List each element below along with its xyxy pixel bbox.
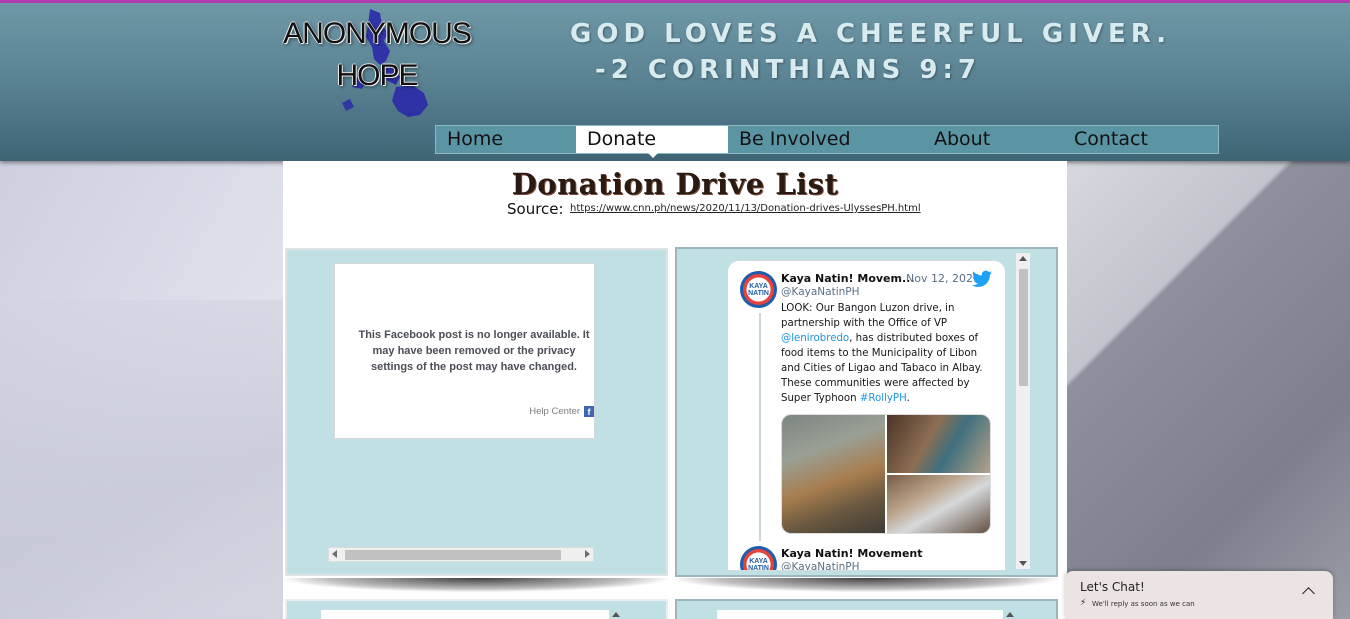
vertical-scrollbar[interactable] (1016, 253, 1030, 569)
main-nav: Home Donate Be Involved About Contact (435, 125, 1219, 154)
avatar-text-2: NATIN (748, 565, 769, 571)
facebook-icon[interactable]: f (584, 406, 594, 417)
tweet-date[interactable]: · Nov 12, 2020 (899, 272, 980, 285)
scroll-down-icon[interactable] (1019, 561, 1027, 566)
nav-item-contact[interactable]: Contact (1063, 126, 1218, 153)
source-link[interactable]: https://www.cnn.ph/news/2020/11/13/Donat… (570, 203, 921, 214)
panel-shadow (285, 578, 668, 592)
nav-item-be-involved[interactable]: Be Involved (728, 126, 923, 153)
nav-item-home[interactable]: Home (436, 126, 576, 153)
nav-item-about[interactable]: About (923, 126, 1063, 153)
lightning-icon: ⚡ (1080, 598, 1087, 608)
avatar[interactable]: KAYA NATIN (740, 271, 777, 308)
chat-subtitle: We'll reply as soon as we can (1092, 600, 1195, 608)
facebook-embed-panel: This Facebook post is no longer availabl… (285, 248, 668, 576)
tweet-photo[interactable] (887, 415, 990, 473)
verse-line-2: -2 CORINTHIANS 9:7 (595, 55, 981, 85)
tweet-text-part-1: LOOK: Our Bangon Luzon drive, in partner… (781, 303, 955, 329)
avatar[interactable]: KAYA NATIN (740, 546, 777, 571)
embed-frame (717, 610, 1003, 619)
tweet-photo[interactable] (887, 475, 990, 533)
tweet-mention-link[interactable]: @lenirobredo (781, 333, 849, 344)
facebook-embed: This Facebook post is no longer availabl… (334, 263, 595, 439)
scrollbar-thumb[interactable] (1019, 269, 1028, 386)
panel-shadow (675, 578, 1058, 592)
avatar-text-2: NATIN (748, 290, 769, 297)
embed-panel (285, 599, 668, 619)
chat-widget[interactable]: Let's Chat! ⚡ We'll reply as soon as we … (1065, 571, 1333, 619)
tweet-handle[interactable]: @KayaNatinPH (781, 286, 860, 298)
scroll-left-icon[interactable] (332, 550, 337, 558)
reply-author[interactable]: Kaya Natin! Movement (781, 547, 923, 560)
site-header: ANONYMOUS HOPE GOD LOVES A CHEERFUL GIVE… (0, 0, 1350, 161)
embed-panel (675, 599, 1058, 619)
horizontal-scrollbar[interactable] (328, 547, 594, 562)
page-title: Donation Drive List (511, 167, 839, 201)
scrollbar-thumb[interactable] (345, 550, 561, 560)
source-label: Source: (507, 200, 564, 218)
tweet-photo[interactable] (782, 415, 885, 533)
tweet-text: LOOK: Our Bangon Luzon drive, in partner… (781, 301, 987, 406)
facebook-unavailable-message: This Facebook post is no longer availabl… (358, 329, 590, 373)
thread-line (759, 313, 761, 541)
background-shape-right (1065, 160, 1350, 619)
scroll-up-icon[interactable] (612, 612, 620, 617)
scroll-right-icon[interactable] (585, 550, 590, 558)
logo-line-1[interactable]: ANONYMOUS (270, 17, 484, 51)
tweet-text-part-3: . (906, 393, 910, 404)
twitter-embed-panel: KAYA NATIN Kaya Natin! Movem... · Nov 12… (675, 247, 1058, 577)
tweet-author[interactable]: Kaya Natin! Movem... (781, 272, 915, 285)
background-shape-left (0, 300, 285, 619)
verse-line-1: GOD LOVES A CHEERFUL GIVER. (570, 19, 1172, 49)
tweet-card[interactable]: KAYA NATIN Kaya Natin! Movem... · Nov 12… (727, 260, 1006, 571)
chevron-up-icon[interactable] (1302, 587, 1315, 600)
scroll-up-icon[interactable] (1006, 612, 1014, 617)
logo-line-2[interactable]: HOPE (270, 59, 484, 93)
main-content: Donation Drive List Source: https://www.… (283, 161, 1067, 619)
avatar-text-1: KAYA (749, 558, 768, 565)
active-nav-caret (645, 150, 661, 158)
help-center-link[interactable]: Help Center (529, 406, 580, 417)
embed-frame (321, 610, 609, 619)
tweet-hashtag-link[interactable]: #RollyPH (860, 393, 907, 404)
avatar-text-1: KAYA (749, 283, 768, 290)
scroll-up-icon[interactable] (1019, 256, 1027, 261)
tweet-photo-grid[interactable] (781, 414, 991, 534)
reply-handle[interactable]: @KayaNatinPH (781, 561, 860, 570)
nav-item-donate[interactable]: Donate (576, 126, 728, 153)
chat-title[interactable]: Let's Chat! (1080, 580, 1145, 594)
twitter-bird-icon[interactable] (972, 270, 992, 288)
